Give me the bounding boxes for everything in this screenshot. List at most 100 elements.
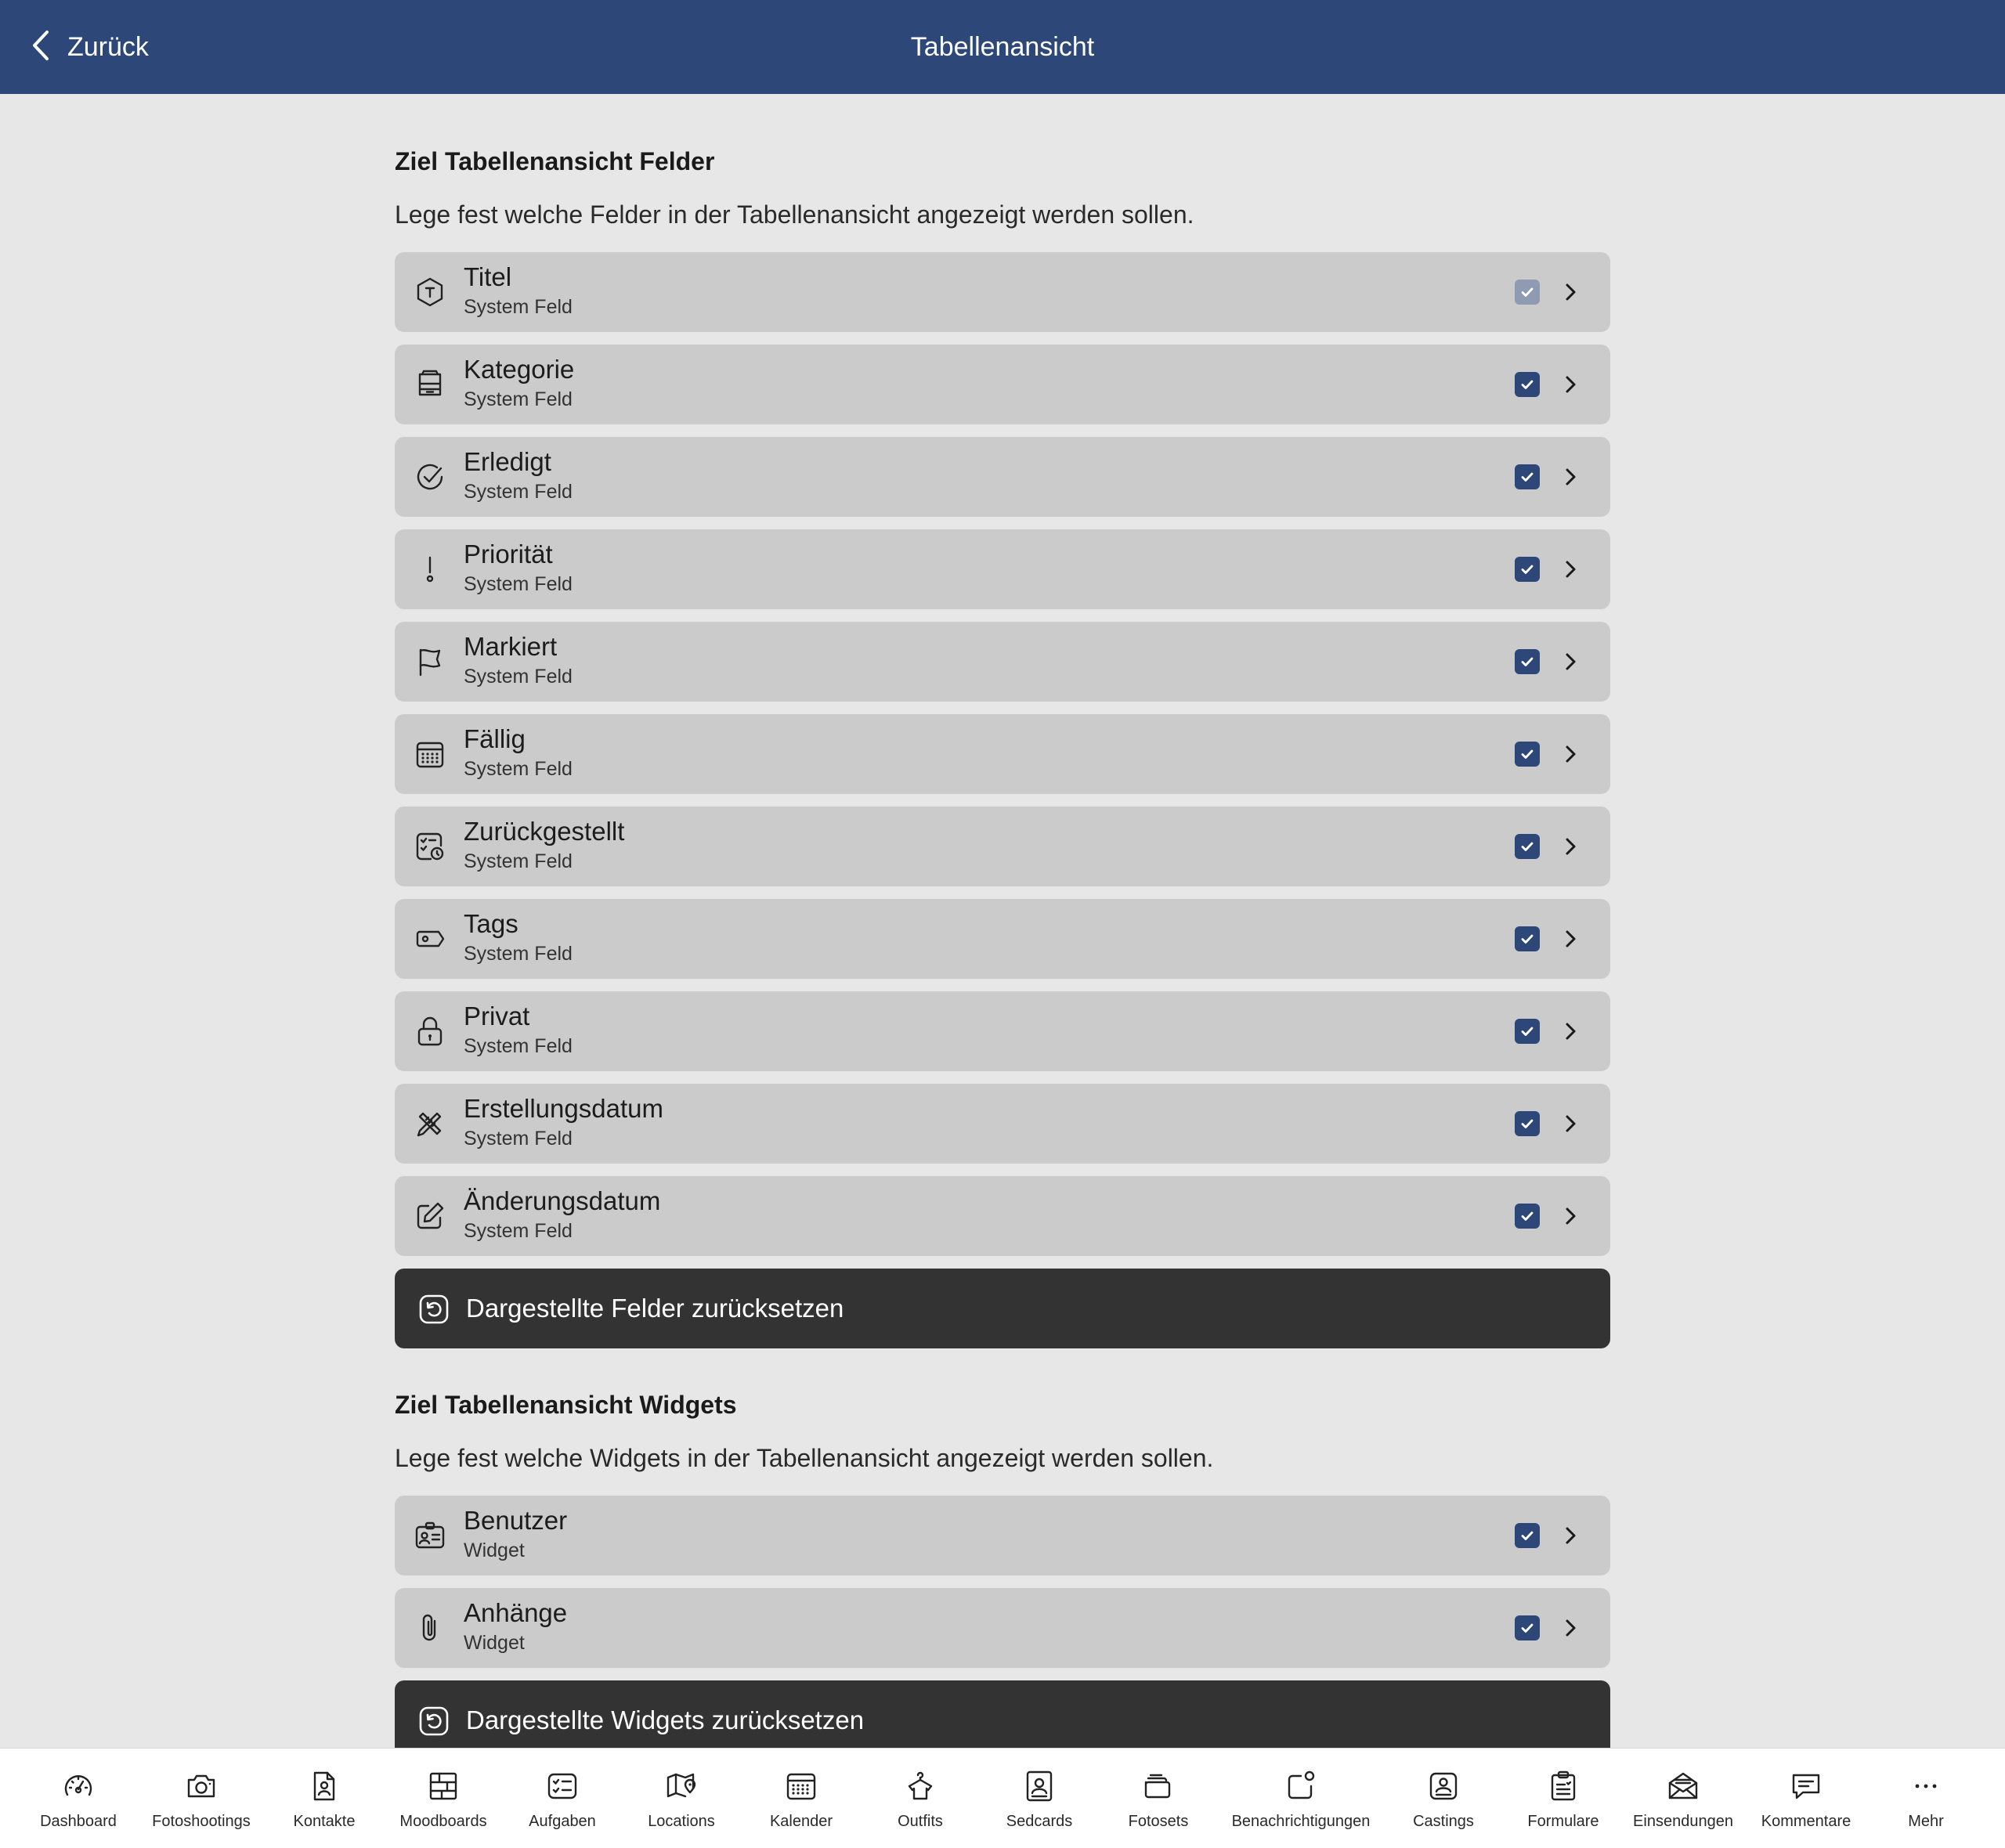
chevron-right-icon (1562, 463, 1581, 491)
chevron-right-icon (1562, 1521, 1581, 1550)
visibility-checkbox[interactable] (1515, 464, 1540, 489)
widgets-section-description: Lege fest welche Widgets in der Tabellen… (395, 1444, 1214, 1472)
field-name: Privat (464, 1002, 530, 1030)
tab-label: Einsendungen (1633, 1813, 1733, 1830)
field-row-benutzer[interactable]: Benutzer Widget (395, 1496, 1610, 1575)
tab-label: Locations (648, 1813, 715, 1830)
map-pin-icon (664, 1769, 699, 1803)
field-row-änderungsdatum[interactable]: Änderungsdatum System Feld (395, 1176, 1610, 1256)
clipboard-form-icon (1546, 1769, 1581, 1803)
field-name: Erledigt (464, 447, 551, 476)
field-row-tags[interactable]: Tags System Feld (395, 899, 1610, 979)
field-type: System Feld (464, 1128, 573, 1150)
visibility-checkbox (1515, 280, 1540, 305)
field-row-privat[interactable]: Privat System Feld (395, 991, 1610, 1071)
tab-label: Fotosets (1128, 1813, 1189, 1830)
chevron-right-icon (1562, 740, 1581, 768)
pencil-ruler-icon (414, 1107, 446, 1140)
tab-label: Formulare (1527, 1813, 1599, 1830)
settings-content: Ziel Tabellenansicht Felder Lege fest we… (395, 117, 1610, 1784)
field-row-priorität[interactable]: Priorität System Feld (395, 529, 1610, 609)
field-row-fällig[interactable]: Fällig System Feld (395, 714, 1610, 794)
tab-label: Mehr (1908, 1813, 1944, 1830)
envelope-open-icon (1666, 1769, 1700, 1803)
tab-fotosets[interactable]: Fotosets (1080, 1749, 1237, 1848)
visibility-checkbox[interactable] (1515, 834, 1540, 859)
field-name: Fällig (464, 724, 526, 753)
field-row-erledigt[interactable]: Erledigt System Feld (395, 437, 1610, 517)
speedometer-icon (61, 1769, 96, 1803)
field-name: Erstellungsdatum (464, 1094, 663, 1123)
title-hexagon-icon (414, 276, 446, 309)
check-circle-icon (414, 460, 446, 493)
chevron-right-icon (1562, 278, 1581, 306)
field-row-markiert[interactable]: Markiert System Feld (395, 622, 1610, 702)
field-row-zurückgestellt[interactable]: Zurückgestellt System Feld (395, 807, 1610, 886)
field-name: Benutzer (464, 1506, 568, 1535)
reset-fields-label: Dargestellte Felder zurücksetzen (466, 1294, 844, 1323)
lock-icon (414, 1015, 446, 1048)
field-type: System Feld (464, 388, 573, 410)
visibility-checkbox[interactable] (1515, 557, 1540, 582)
top-nav-bar: Zurück Tabellenansicht (0, 0, 2005, 94)
page-title: Tabellenansicht (910, 32, 1095, 62)
field-type: System Feld (464, 1220, 573, 1242)
photo-stack-icon (1141, 1769, 1176, 1803)
tab-label: Benachrichtigungen (1231, 1813, 1371, 1830)
tab-label: Kommentare (1761, 1813, 1851, 1830)
chevron-right-icon (1562, 370, 1581, 399)
chevron-right-icon (1562, 925, 1581, 953)
field-type: System Feld (464, 943, 573, 965)
field-type: System Feld (464, 481, 573, 503)
visibility-checkbox[interactable] (1515, 1523, 1540, 1548)
chevron-right-icon (1562, 555, 1581, 583)
camera-icon (184, 1769, 219, 1803)
field-name: Priorität (464, 540, 553, 568)
hanger-shirt-icon (903, 1769, 937, 1803)
reset-arrow-icon (418, 1294, 450, 1325)
visibility-checkbox[interactable] (1515, 649, 1540, 674)
field-row-anhänge[interactable]: Anhänge Widget (395, 1588, 1610, 1668)
sedcard-portrait-icon (1022, 1769, 1057, 1803)
bottom-tab-bar: Dashboard Fotoshootings Kontakte Moodboards… (0, 1748, 2005, 1848)
task-list-icon (545, 1769, 580, 1803)
field-type: Widget (464, 1539, 525, 1561)
visibility-checkbox[interactable] (1515, 742, 1540, 767)
tab-benachrichtigungen[interactable]: Benachrichtigungen (1223, 1749, 1379, 1848)
field-row-erstellungsdatum[interactable]: Erstellungsdatum System Feld (395, 1084, 1610, 1164)
tab-label: Sedcards (1006, 1813, 1073, 1830)
widgets-section-title: Ziel Tabellenansicht Widgets (395, 1391, 737, 1419)
visibility-checkbox[interactable] (1515, 1615, 1540, 1640)
field-row-titel[interactable]: Titel System Feld (395, 252, 1610, 332)
field-name: Titel (464, 262, 512, 291)
more-dots-icon (1909, 1769, 1943, 1803)
visibility-checkbox[interactable] (1515, 926, 1540, 951)
field-type: System Feld (464, 573, 573, 595)
tab-label: Moodboards (399, 1813, 487, 1830)
chevron-right-icon (1562, 1614, 1581, 1642)
widgets-list: Benutzer Widget Anhänge Widget (395, 1496, 1610, 1668)
calendar-icon (414, 738, 446, 771)
chevron-right-icon (1562, 832, 1581, 861)
reset-fields-button[interactable]: Dargestellte Felder zurücksetzen (395, 1269, 1610, 1348)
field-type: System Feld (464, 850, 573, 872)
notification-badge-icon (1284, 1769, 1318, 1803)
field-name: Markiert (464, 632, 558, 661)
exclamation-icon (414, 553, 446, 586)
field-name: Zurückgestellt (464, 817, 625, 846)
comment-bubble-icon (1789, 1769, 1823, 1803)
field-row-kategorie[interactable]: Kategorie System Feld (395, 345, 1610, 424)
field-type: System Feld (464, 1035, 573, 1057)
visibility-checkbox[interactable] (1515, 1111, 1540, 1136)
field-type: System Feld (464, 296, 573, 318)
flag-icon (414, 645, 446, 678)
visibility-checkbox[interactable] (1515, 1019, 1540, 1044)
visibility-checkbox[interactable] (1515, 1204, 1540, 1229)
chevron-right-icon (1562, 1110, 1581, 1138)
id-badge-icon (414, 1519, 446, 1552)
tab-label: Aufgaben (529, 1813, 596, 1830)
fields-section-title: Ziel Tabellenansicht Felder (395, 147, 715, 175)
tab-mehr[interactable]: Mehr (1848, 1749, 2004, 1848)
moodboard-grid-icon (426, 1769, 461, 1803)
visibility-checkbox[interactable] (1515, 372, 1540, 397)
